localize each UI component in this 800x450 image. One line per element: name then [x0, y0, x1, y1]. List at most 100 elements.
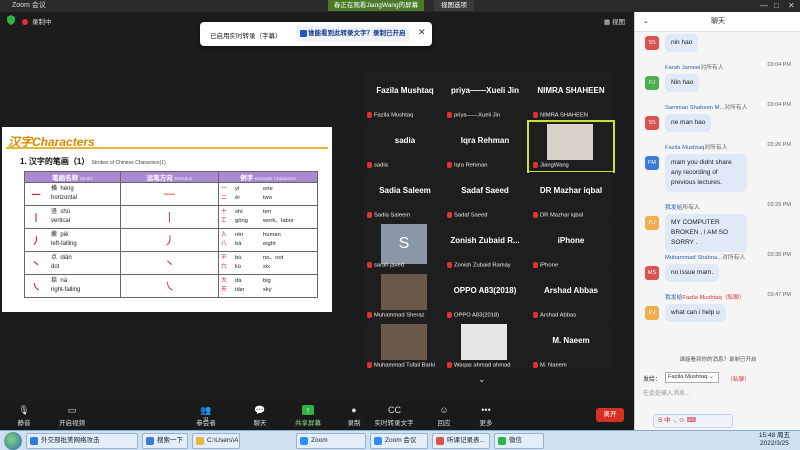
participant-display-name: Iqra Rehman — [460, 136, 510, 145]
participant-display-name: Sadaf Saeed — [461, 186, 509, 195]
taskbar-item[interactable]: 搜索一下 — [142, 433, 188, 449]
muted-mic-icon — [367, 312, 372, 319]
participant-name: Zonish Zubaid Ramay — [447, 262, 527, 269]
muted-mic-icon — [447, 112, 452, 119]
share-icon: ↑ — [302, 405, 314, 415]
participant-display-name: DR Mazhar iqbal — [539, 186, 603, 195]
shared-screen: 汉字Characters 1. 汉字的笔画（1） Strokes of Chin… — [2, 127, 332, 312]
participant-tile[interactable]: Zonish Zubaid R... Zonish Zubaid Ramay — [443, 222, 527, 271]
participant-display-name: sadia — [394, 136, 416, 145]
subtitle-en: Strokes of Chinese Characters(1) — [91, 160, 166, 166]
video-off-icon: ▭ — [67, 405, 77, 415]
participants-button[interactable]: 👥31 参会者 — [184, 405, 228, 427]
taskbar-item[interactable]: C:\Users\A... — [192, 433, 240, 449]
taskbar-item[interactable]: 听课记录表... — [432, 433, 490, 449]
message-sender: Samman Shaheen M...对所有人 — [665, 105, 748, 111]
leave-button[interactable]: 离开 — [596, 408, 624, 422]
send-to-select[interactable]: Fazila Mushtaq ⌄ — [665, 372, 719, 383]
muted-mic-icon — [533, 212, 538, 219]
message-time: 03:04 PM — [767, 62, 791, 68]
participant-tile[interactable]: DR Mazhar iqbal DR Mazhar iqbal — [529, 172, 613, 221]
shield-icon[interactable] — [6, 15, 16, 25]
taskbar-item[interactable]: 微信 — [494, 433, 544, 449]
taskbar-item[interactable]: 外交部批美网络攻击 — [26, 433, 138, 449]
view-options-button[interactable]: 视图选项 — [434, 0, 474, 11]
clock-time: 15:48 周五 — [758, 432, 790, 439]
start-video-button[interactable]: ▭ 开启视频 — [50, 405, 94, 427]
minimize-icon[interactable]: — — [760, 0, 768, 12]
participant-tile[interactable]: Sadia Saleem Sadia Saleem — [363, 172, 447, 221]
participant-name: Arshad Abbas — [533, 312, 613, 319]
participant-name: Iqra Rehman — [447, 162, 527, 169]
participant-name: NIMRA SHAHEEN — [533, 112, 613, 119]
chevron-down-icon[interactable]: ⌄ — [478, 374, 486, 385]
message-time: 03:26 PM — [767, 142, 791, 148]
chat-panel: ⌄ 聊天 SS nin hao Farah Jameel对所有人 03:04 PM FJ… — [634, 12, 800, 430]
clock: 15:48 周五 2022/3/25 — [759, 432, 790, 448]
participant-name: Muhammad Tufail Barki — [367, 362, 447, 369]
more-button[interactable]: ••• 更多 — [464, 405, 508, 427]
participant-tile[interactable]: M. Naeem M. Naeem — [529, 322, 613, 371]
header-examples: 例字 Example Characters — [218, 171, 318, 183]
meeting-toolbar: 🎙 静音 ▭ 开启视频 👥31 参会者 💬 聊天 ↑ 共享屏幕 ● 录制 CC 实时转录文字 … — [0, 402, 634, 430]
stroke-name-cell: 丶 点 diǎn dot — [24, 251, 121, 275]
muted-mic-icon — [447, 162, 452, 169]
participant-tile[interactable]: iPhone iPhone — [529, 222, 613, 271]
subtitle-cn: 1. 汉字的笔画（1） — [20, 157, 90, 166]
avatar: SS — [645, 116, 659, 130]
participant-name: Muhammad Sheraz — [367, 312, 447, 319]
collapse-chevron-icon[interactable]: ⌄ — [643, 12, 649, 32]
muted-mic-icon — [447, 212, 452, 219]
participant-tile[interactable]: JiangWang — [527, 120, 615, 173]
participant-tile[interactable]: Waqas ahmad ahmad — [443, 322, 527, 371]
taskbar-item[interactable]: Zoom 会议 — [370, 433, 428, 449]
muted-mic-icon — [367, 362, 372, 369]
participant-tile[interactable]: NIMRA SHAHEEN NIMRA SHAHEEN — [529, 72, 613, 121]
title-bar: Zoom 会议 春正在观看JiangWang的屏幕 视图选项 — □ ✕ — [0, 0, 800, 12]
chat-visibility-note[interactable]: 谁能看到你的消息？录制已开启 — [635, 355, 800, 363]
avatar: SS — [645, 36, 659, 50]
participant-display-name: iPhone — [557, 236, 585, 245]
private-label: （私聊） — [727, 377, 751, 383]
share-screen-button[interactable]: ↑ 共享屏幕 — [286, 405, 330, 427]
participant-tile[interactable]: priya——Xueli Jin priya——Xueli Jin — [443, 72, 527, 121]
participant-tile[interactable]: sadia sadia — [363, 122, 447, 171]
mute-button[interactable]: 🎙 静音 — [2, 405, 46, 427]
slide-subtitle: 1. 汉字的笔画（1） Strokes of Chinese Character… — [20, 156, 166, 167]
close-toast-icon[interactable]: ✕ — [418, 27, 426, 38]
participant-tile[interactable]: Muhammad Tufail Barki — [363, 322, 447, 371]
live-transcript-button[interactable]: CC 实时转录文字 — [372, 405, 416, 427]
participant-tile[interactable]: Muhammad Sheraz — [363, 272, 447, 321]
microphone-icon: 🎙 — [18, 405, 30, 415]
participant-tile[interactable]: OPPO A83(2018) OPPO A83(2018) — [443, 272, 527, 321]
participant-display-name: priya——Xueli Jin — [450, 86, 520, 95]
start-button[interactable] — [4, 432, 22, 450]
view-button[interactable]: ▦ 视图 — [604, 16, 625, 26]
participant-video — [381, 324, 427, 360]
chat-button[interactable]: 💬 聊天 — [238, 405, 282, 427]
participant-tile[interactable]: Iqra Rehman Iqra Rehman — [443, 122, 527, 171]
participant-tile[interactable]: Sadaf Saeed Sadaf Saeed — [443, 172, 527, 221]
record-button[interactable]: ● 录制 — [332, 405, 376, 427]
participant-tile[interactable]: Arshad Abbas Arshad Abbas — [529, 272, 613, 321]
taskbar-item[interactable]: Zoom — [296, 433, 366, 449]
who-can-see-link[interactable]: 谁能看到此转录文字？录制已开启 — [296, 26, 410, 42]
transcription-toast: 已启用实时转录（字幕） 谁能看到此转录文字？录制已开启 ✕ — [200, 22, 432, 46]
chat-input[interactable]: 在此处输入消息... — [643, 388, 793, 397]
reactions-button[interactable]: ☺ 回应 — [422, 405, 466, 427]
message-bubble: nin hao — [665, 34, 699, 52]
participant-tile[interactable]: Fazila Mushtaq Fazila Mushtaq — [363, 72, 447, 121]
chat-title: 聊天 — [711, 18, 725, 25]
close-icon[interactable]: ✕ — [788, 0, 795, 12]
view-label: 视图 — [611, 19, 625, 26]
participant-name: priya——Xueli Jin — [447, 112, 527, 119]
participant-tile[interactable]: Ssarah javed — [363, 222, 447, 271]
maximize-icon[interactable]: □ — [774, 0, 779, 12]
ime-toolbar[interactable]: S 中 ·, ☺ ⌨ — [653, 414, 733, 428]
header-direction: 运笔方向 Direction — [120, 171, 219, 183]
stroke-direction-cell: — — [120, 182, 219, 206]
avatar: MS — [645, 266, 659, 280]
message-sender: 我发给所有人 — [665, 205, 700, 211]
chat-icon: 💬 — [254, 405, 266, 415]
participant-display-name: Arshad Abbas — [544, 286, 598, 295]
